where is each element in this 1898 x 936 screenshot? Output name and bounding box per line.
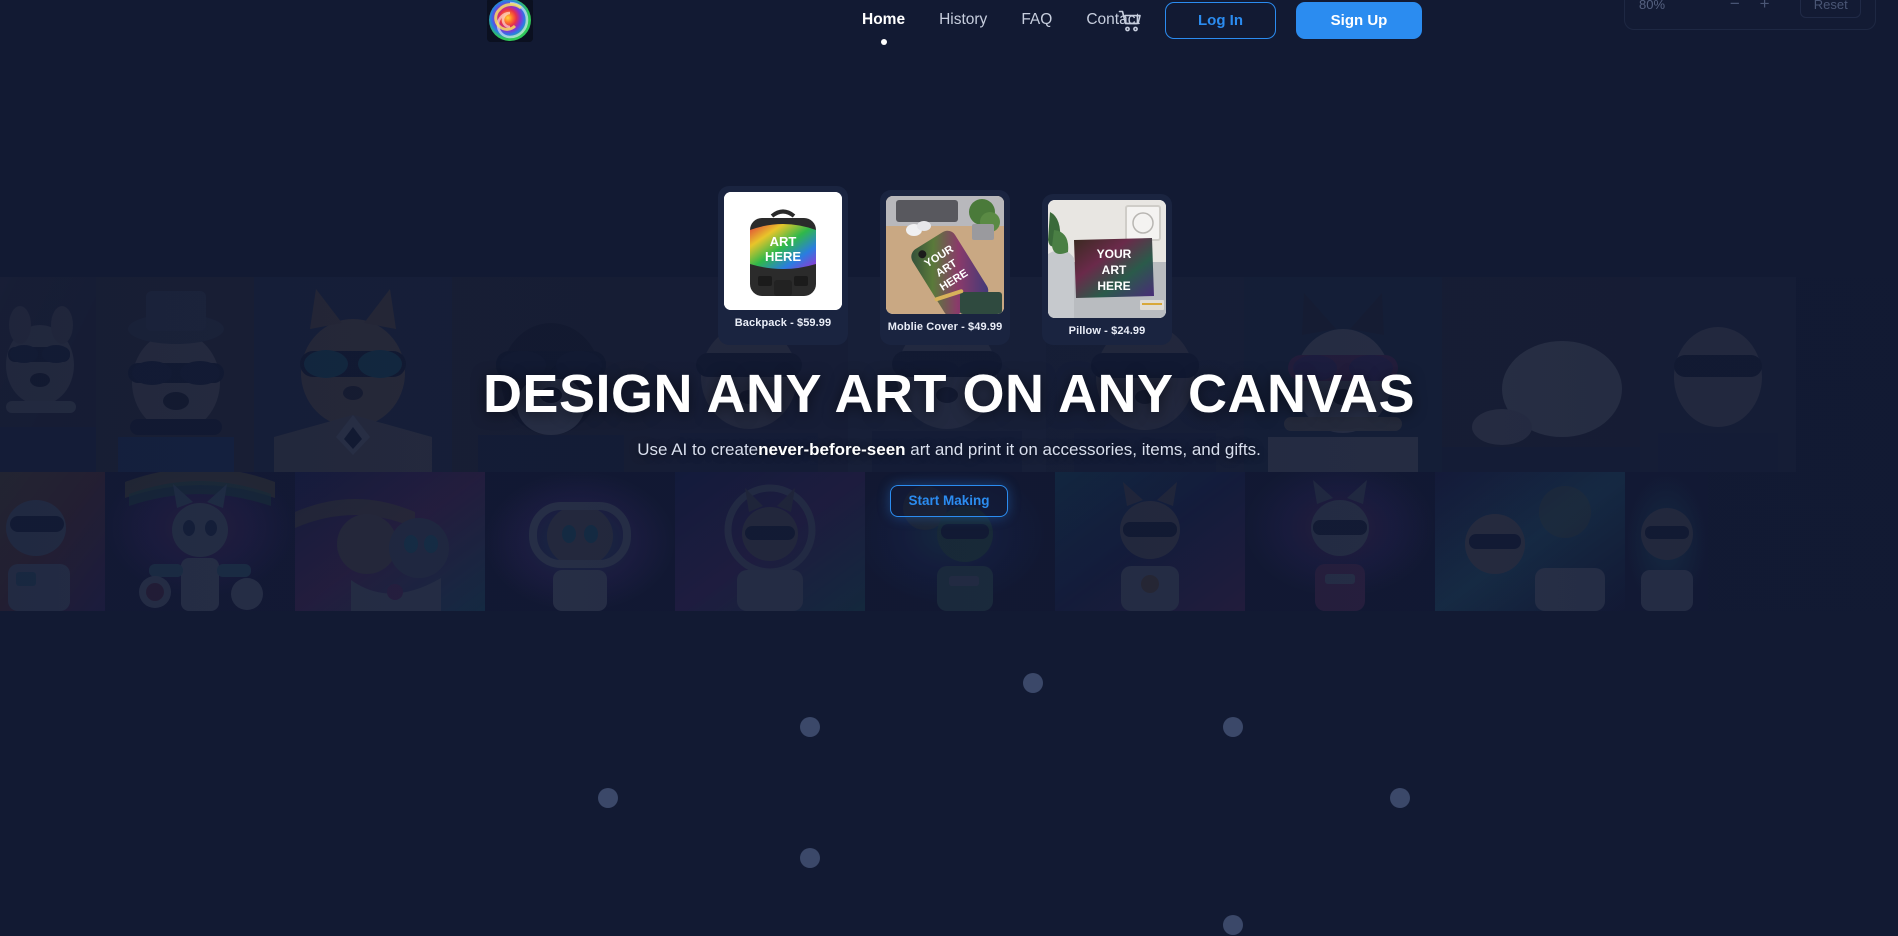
svg-text:ART: ART [770, 234, 797, 249]
signup-button[interactable]: Sign Up [1296, 2, 1422, 39]
active-indicator-dot [880, 39, 887, 45]
product-label: Backpack - $59.99 [734, 317, 832, 329]
nav-item-home[interactable]: Home [845, 0, 922, 45]
svg-text:YOUR: YOUR [1097, 247, 1132, 261]
zoom-control-bar: 80% − + Reset [1624, 0, 1876, 30]
page-title: DESIGN ANY ART ON ANY CANVAS [482, 364, 1416, 424]
product-label: Pillow - $24.99 [1068, 325, 1146, 337]
decorative-dot [800, 717, 820, 737]
decorative-dot [1390, 788, 1410, 808]
zoom-out-button[interactable]: − [1723, 0, 1747, 14]
pillow-thumbnail: YOUR ART HERE [1048, 200, 1166, 318]
page-root: ART HERE Backpack - $59.99 YOUR ART HERE… [0, 0, 1898, 936]
backpack-thumbnail: ART HERE [724, 192, 842, 310]
svg-text:HERE: HERE [1097, 279, 1130, 293]
product-card-pillow[interactable]: YOUR ART HERE Pillow - $24.99 [1042, 194, 1172, 345]
nav-item-label: Home [862, 11, 906, 28]
decorative-dot [1023, 673, 1043, 693]
zoom-reset-button[interactable]: Reset [1800, 0, 1861, 18]
zoom-percent-label: 80% [1639, 0, 1666, 12]
hero-subtitle-emphasis: never-before-seen [758, 439, 906, 459]
nav-links: Home History FAQ Contact [845, 0, 1157, 45]
zoom-in-button[interactable]: + [1753, 0, 1777, 14]
decorative-dot [598, 788, 618, 808]
start-making-button[interactable]: Start Making [890, 484, 1008, 517]
hero-subtitle: Use AI to createnever-before-seen art an… [0, 440, 1898, 460]
product-card-row: ART HERE Backpack - $59.99 YOUR ART HERE… [718, 186, 1172, 345]
product-label: Moblie Cover - $49.99 [887, 321, 1003, 333]
nav-item-faq[interactable]: FAQ [1004, 0, 1069, 40]
product-card-mobile-cover[interactable]: YOUR ART HERE Moblie Cover - $49.99 [880, 190, 1010, 345]
decorative-dot [1223, 717, 1243, 737]
hero-subtitle-suffix: art and print it on accessories, items, … [905, 439, 1261, 459]
product-card-backpack[interactable]: ART HERE Backpack - $59.99 [718, 186, 848, 345]
hero-subtitle-prefix: Use AI to create [637, 439, 759, 459]
shopping-cart-icon[interactable] [1117, 8, 1143, 34]
rainbow-swirl-logo-icon[interactable] [487, 0, 533, 42]
login-button[interactable]: Log In [1165, 2, 1276, 39]
nav-item-contact[interactable]: Contact [1069, 0, 1156, 40]
svg-text:HERE: HERE [765, 249, 801, 264]
nav-item-history[interactable]: History [922, 0, 1004, 40]
mobile-cover-thumbnail: YOUR ART HERE [886, 196, 1004, 314]
nav-item-label: FAQ [1021, 11, 1053, 28]
hero-section: DESIGN ANY ART ON ANY CANVAS Use AI to c… [0, 366, 1898, 517]
svg-text:ART: ART [1102, 263, 1127, 277]
decorative-dot [800, 848, 820, 868]
top-navbar: Home History FAQ Contact Log In Sign Up [0, 0, 1898, 45]
nav-item-label: History [939, 11, 988, 28]
decorative-dot [1223, 915, 1243, 935]
